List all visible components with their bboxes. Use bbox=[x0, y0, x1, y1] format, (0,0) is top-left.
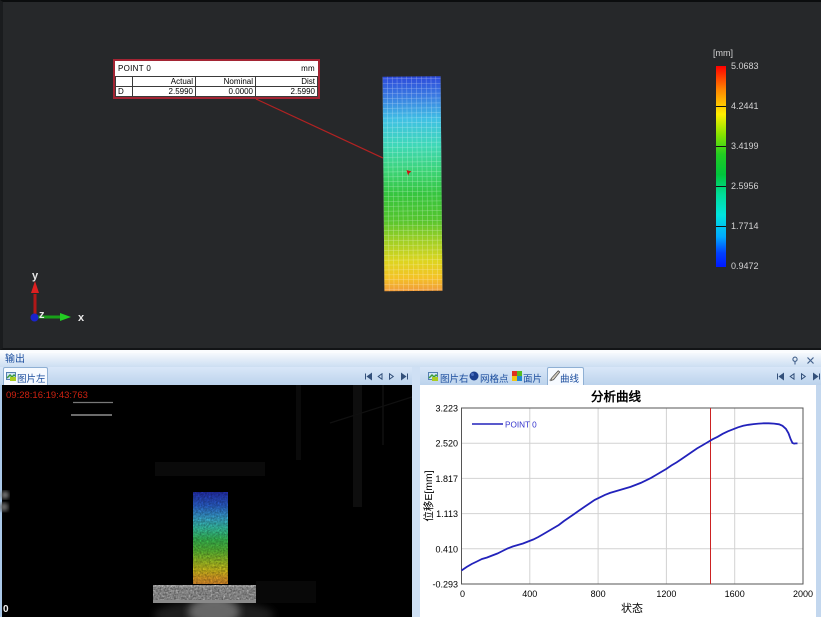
svg-text:400: 400 bbox=[522, 589, 537, 599]
svg-text:0: 0 bbox=[460, 589, 465, 599]
svg-text:状态: 状态 bbox=[621, 601, 643, 615]
svg-text:位移E[mm]: 位移E[mm] bbox=[422, 470, 435, 521]
svg-text:z: z bbox=[39, 309, 45, 321]
svg-text:3.223: 3.223 bbox=[435, 404, 458, 414]
svg-text:1600: 1600 bbox=[725, 589, 745, 599]
svg-text:2.520: 2.520 bbox=[435, 439, 458, 449]
svg-text:0.410: 0.410 bbox=[435, 544, 458, 554]
svg-text:2000: 2000 bbox=[793, 589, 813, 599]
svg-text:x: x bbox=[78, 312, 85, 324]
svg-text:09:28:16:19:43:763: 09:28:16:19:43:763 bbox=[6, 390, 88, 401]
svg-text:POINT 0: POINT 0 bbox=[505, 421, 537, 430]
svg-text:-0.293: -0.293 bbox=[432, 580, 458, 590]
svg-text:1.113: 1.113 bbox=[436, 509, 458, 519]
svg-text:1.817: 1.817 bbox=[435, 474, 458, 484]
svg-text:y: y bbox=[32, 270, 39, 282]
svg-text:分析曲线: 分析曲线 bbox=[591, 389, 642, 404]
svg-text:1200: 1200 bbox=[656, 589, 676, 599]
svg-text:0: 0 bbox=[3, 604, 9, 615]
svg-text:800: 800 bbox=[591, 589, 606, 599]
